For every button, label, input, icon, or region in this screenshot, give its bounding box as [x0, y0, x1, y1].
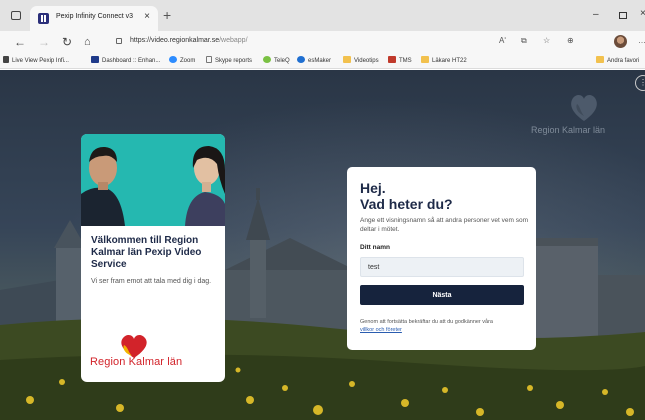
- bookmark-esmaker[interactable]: esMaker: [297, 56, 331, 66]
- welcome-logo-text: Region Kalmar län: [90, 356, 183, 368]
- close-window-button[interactable]: ×: [640, 8, 645, 19]
- terms-text: Genom att fortsätta bekräftar du att du …: [360, 319, 493, 333]
- region-kalmar-heart-logo-icon: [571, 95, 597, 121]
- dashboard-icon: [91, 56, 99, 63]
- bookmark-videotips[interactable]: Videotips: [343, 56, 379, 66]
- folder-icon: [421, 56, 429, 63]
- next-button[interactable]: Nästa: [360, 285, 524, 305]
- read-aloud-icon[interactable]: Aʹ: [499, 36, 506, 46]
- tab-title: Pexip Infinity Connect v3: [56, 13, 134, 20]
- pexip-icon: [3, 56, 9, 63]
- bookmark-tms[interactable]: TMS: [388, 56, 412, 66]
- minimize-button[interactable]: –: [593, 9, 599, 20]
- forward-arrow-icon[interactable]: →: [38, 35, 50, 49]
- folder-icon: [343, 56, 351, 63]
- new-tab-button[interactable]: +: [163, 7, 171, 23]
- folder-icon: [596, 56, 604, 63]
- tab-close-icon[interactable]: ×: [144, 11, 150, 23]
- welcome-photo: [81, 134, 225, 226]
- form-question: Vad heter du?: [360, 196, 453, 212]
- home-icon[interactable]: ⌂: [84, 35, 91, 49]
- other-favorites[interactable]: Andra favori: [596, 56, 639, 64]
- webapp-page: ⋮ Region Kalmar län Välkommen till Regio…: [0, 70, 645, 420]
- browser-tab[interactable]: Pexip Infinity Connect v3 ×: [30, 6, 158, 31]
- back-arrow-icon[interactable]: ←: [14, 35, 26, 49]
- name-field-label: Ditt namn: [360, 244, 390, 251]
- form-greeting: Hej.: [360, 180, 386, 196]
- welcome-title: Välkommen till Region Kalmar län Pexip V…: [91, 235, 202, 270]
- url-field[interactable]: https://video.regionkalmar.se/webapp/: [104, 34, 480, 50]
- brand-text-top: Region Kalmar län: [531, 125, 606, 135]
- welcome-subtitle: Vi ser fram emot att tala med dig i dag.: [91, 278, 212, 285]
- bookmarks-bar: Live View Pexip Infi... Dashboard :: Enh…: [0, 53, 645, 69]
- people-photo-image: [81, 134, 225, 226]
- page-icon: [206, 56, 212, 63]
- collections-icon[interactable]: ⊕: [567, 36, 574, 46]
- welcome-card: Välkommen till Region Kalmar län Pexip V…: [81, 134, 225, 382]
- refresh-icon[interactable]: ↻: [62, 35, 72, 49]
- pexip-favicon-icon: [38, 13, 49, 24]
- terms-link[interactable]: villkor och företer: [360, 327, 402, 333]
- bookmark-lakare-ht22[interactable]: Läkare HT22: [421, 56, 467, 66]
- bookmark-teleq[interactable]: TeleQ: [263, 56, 290, 66]
- name-form-card: Hej. Vad heter du? Ange ett visningsnamn…: [347, 167, 536, 350]
- lock-icon: [116, 38, 122, 44]
- profile-avatar[interactable]: [614, 35, 627, 48]
- tms-icon: [388, 56, 396, 63]
- bookmark-skype-reports[interactable]: Skype reports: [206, 56, 252, 66]
- esmaker-icon: [297, 56, 305, 63]
- more-menu-icon[interactable]: …: [638, 36, 645, 46]
- favorites-star-icon[interactable]: ☆: [543, 36, 550, 46]
- more-options-icon[interactable]: ⋮: [635, 75, 645, 91]
- url-text: https://video.regionkalmar.se/webapp/: [130, 37, 248, 44]
- tab-view-icon[interactable]: ⧉: [521, 36, 527, 46]
- bookmark-dashboard[interactable]: Dashboard :: Enhan...: [91, 56, 160, 66]
- browser-tab-bar: Pexip Infinity Connect v3 × + – ×: [0, 0, 645, 31]
- zoom-icon: [169, 56, 177, 63]
- bookmark-live-view-pexip[interactable]: Live View Pexip Infi...: [3, 56, 69, 66]
- tab-actions-icon[interactable]: [11, 11, 21, 20]
- teleq-icon: [263, 56, 271, 63]
- maximize-button[interactable]: [619, 12, 627, 19]
- form-description: Ange ett visningsnamn så att andra perso…: [360, 217, 529, 233]
- address-bar-row: ← → ↻ ⌂ https://video.regionkalmar.se/we…: [0, 31, 645, 53]
- name-input[interactable]: [360, 257, 524, 277]
- bookmark-zoom[interactable]: Zoom: [169, 56, 195, 66]
